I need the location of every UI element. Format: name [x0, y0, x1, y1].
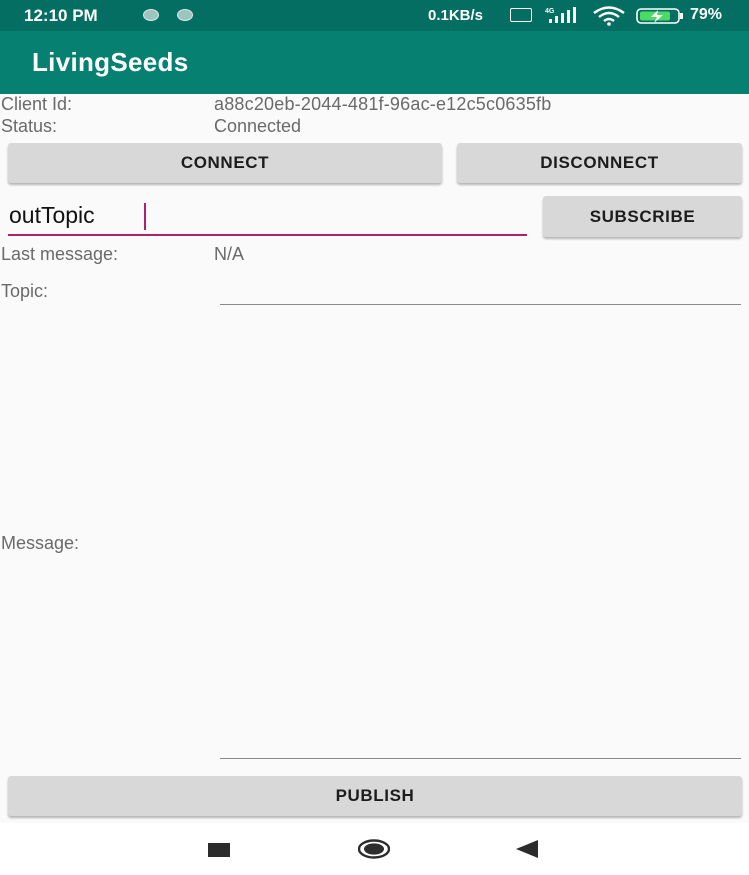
status-value: Connected	[214, 116, 302, 136]
publish-button[interactable]: PUBLISH	[8, 776, 742, 816]
home-icon[interactable]	[358, 839, 390, 859]
connect-button[interactable]: CONNECT	[8, 143, 442, 183]
last-message-label: Last message:	[1, 244, 119, 264]
status-time: 12:10 PM	[24, 6, 98, 25]
subscribe-button[interactable]: SUBSCRIBE	[543, 196, 742, 237]
navigation-bar	[0, 823, 749, 875]
message-input[interactable]	[220, 312, 741, 760]
status-label: Status:	[1, 116, 58, 136]
text-cursor	[144, 203, 146, 230]
battery-charging-icon	[636, 8, 683, 24]
publish-topic-input[interactable]	[220, 276, 741, 306]
subscribe-topic-value: outTopic	[9, 202, 95, 228]
back-icon[interactable]	[514, 839, 540, 859]
app-title: LivingSeeds	[32, 47, 189, 77]
subscribe-topic-input[interactable]: outTopic	[8, 198, 527, 236]
notification-dot-icon	[177, 9, 193, 21]
battery-percent: 79%	[690, 6, 723, 23]
disconnect-button[interactable]: DISCONNECT	[457, 143, 742, 183]
status-bar: 12:10 PM 0.1KB/s 4G 79%	[0, 0, 749, 31]
message-label: Message:	[1, 533, 80, 553]
client-id-label: Client Id:	[1, 94, 73, 114]
main-content: Client Id: a88c20eb-2044-481f-96ac-e12c5…	[0, 94, 749, 823]
wifi-icon	[593, 6, 625, 26]
message-underline	[220, 758, 741, 759]
recents-icon[interactable]	[208, 843, 230, 857]
svg-text:4G: 4G	[545, 8, 555, 15]
volte-icon	[510, 8, 532, 22]
publish-topic-underline	[220, 304, 741, 305]
client-id-value: a88c20eb-2044-481f-96ac-e12c5c0635fb	[214, 94, 552, 114]
network-speed: 0.1KB/s	[428, 7, 484, 24]
last-message-value: N/A	[214, 244, 245, 264]
notification-dot-icon	[143, 9, 159, 21]
signal-4g-icon: 4G	[545, 7, 576, 23]
app-bar: LivingSeeds	[0, 31, 749, 94]
publish-topic-label: Topic:	[1, 281, 49, 301]
